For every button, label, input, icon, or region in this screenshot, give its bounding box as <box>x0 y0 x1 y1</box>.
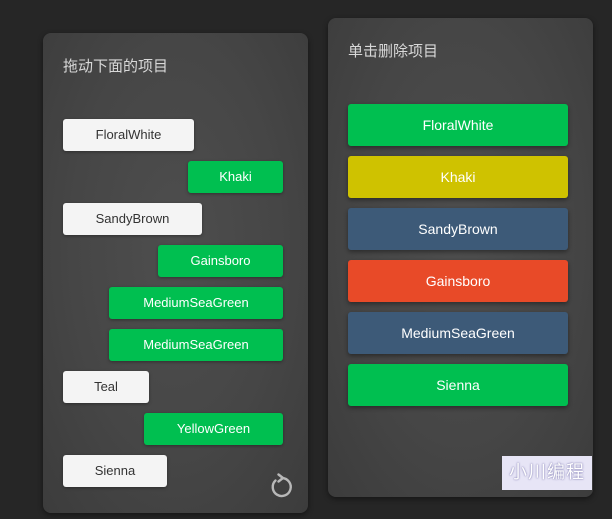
delete-panel: 单击删除项目 FloralWhite Khaki SandyBrown Gain… <box>328 18 593 497</box>
drag-item[interactable]: FloralWhite <box>63 119 194 151</box>
drag-item[interactable]: MediumSeaGreen <box>109 287 283 319</box>
delete-item[interactable]: FloralWhite <box>348 104 568 146</box>
delete-item[interactable]: SandyBrown <box>348 208 568 250</box>
delete-item[interactable]: Gainsboro <box>348 260 568 302</box>
delete-item[interactable]: Sienna <box>348 364 568 406</box>
drag-item[interactable]: YellowGreen <box>144 413 283 445</box>
drag-item[interactable]: Sienna <box>63 455 167 487</box>
delete-item[interactable]: Khaki <box>348 156 568 198</box>
refresh-icon[interactable] <box>268 473 296 501</box>
drag-item[interactable]: Teal <box>63 371 149 403</box>
drag-panel-title: 拖动下面的项目 <box>63 57 169 75</box>
drag-item[interactable]: Gainsboro <box>158 245 283 277</box>
drag-item[interactable]: SandyBrown <box>63 203 202 235</box>
drag-panel: 拖动下面的项目 FloralWhite Khaki SandyBrown Gai… <box>43 33 308 513</box>
drag-item[interactable]: MediumSeaGreen <box>109 329 283 361</box>
watermark-logo: 小川编程 <box>502 456 592 490</box>
delete-panel-title: 单击删除项目 <box>348 42 439 60</box>
delete-item[interactable]: MediumSeaGreen <box>348 312 568 354</box>
drag-item[interactable]: Khaki <box>188 161 283 193</box>
